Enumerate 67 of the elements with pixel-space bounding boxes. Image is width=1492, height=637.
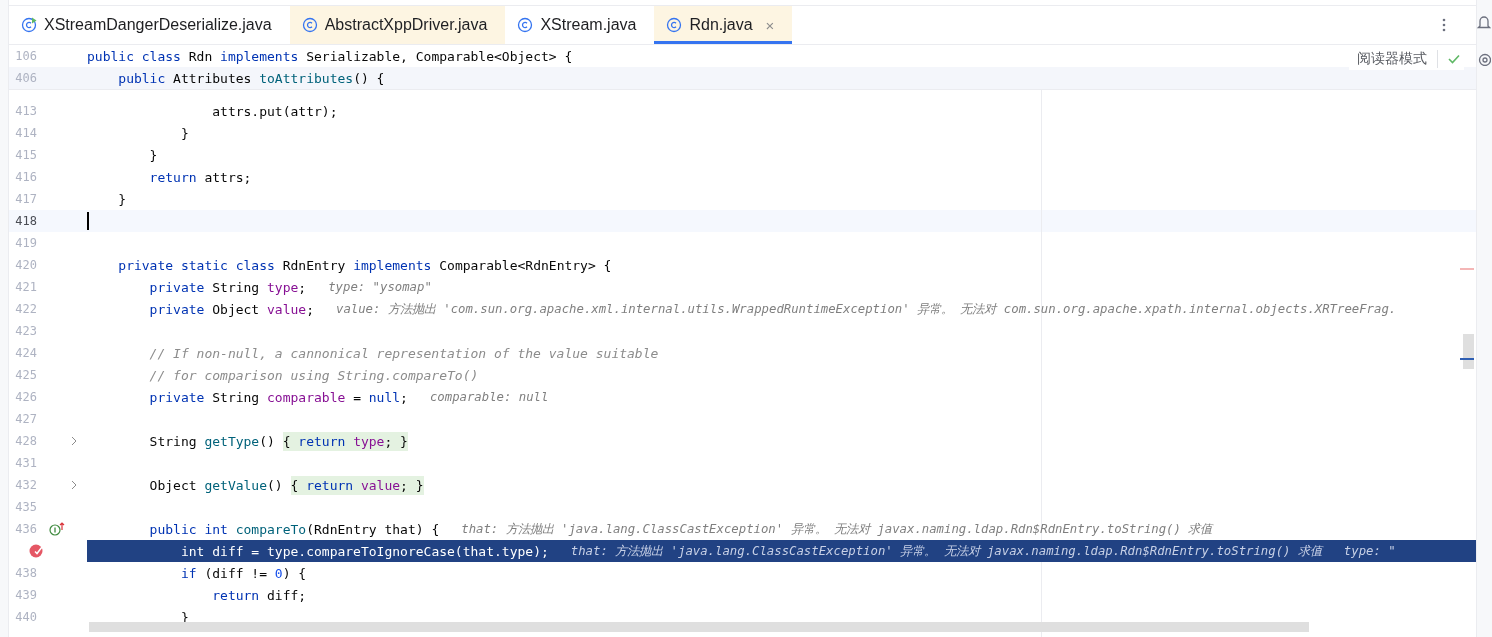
class-icon (666, 17, 683, 33)
code-line: private String comparable = null; (148, 389, 408, 405)
code-line: } (179, 125, 189, 141)
code-line: public class Rdn implements Serializable, Comparable<Object> { (87, 48, 573, 64)
more-icon[interactable] (1442, 18, 1446, 32)
code-line: private Object value; (148, 301, 314, 317)
code-line: int diff = type.compareToIgnoreCase(that.type); (179, 543, 549, 559)
line-number: 422 (14, 302, 37, 316)
line-number: 439 (14, 588, 37, 602)
line-number: 424 (14, 346, 37, 360)
line-number: 436 (14, 522, 37, 536)
line-number: 435 (14, 500, 37, 514)
horizontal-scrollbar[interactable] (89, 622, 1309, 632)
line-number: 414 (14, 126, 37, 140)
line-number: 423 (14, 324, 37, 338)
scrollbar-thumb[interactable] (1463, 334, 1474, 369)
code-line: public Attributes toAttributes() { (117, 70, 385, 86)
line-number: 416 (14, 170, 37, 184)
line-number: 106 (14, 49, 37, 63)
check-icon (1448, 54, 1460, 64)
inline-hint: value: 方法抛出 'com.sun.org.apache.xml.internal.utils.WrappedRuntimeException' 异常。 无法对 com.sun.org.apache.xpath.internal.objects.XRTreeFrag. (336, 300, 1397, 318)
code-line: if (diff != 0) { (179, 565, 307, 581)
editor-tab[interactable]: AbstractXppDriver.java (289, 6, 506, 44)
line-number: 406 (14, 71, 37, 85)
class-icon (301, 17, 318, 33)
inline-hint: type: "ysomap" (328, 280, 432, 294)
code-line: public int compareTo(RdnEntry that) { (148, 521, 440, 537)
code-line: String getType() { return type; } (148, 433, 408, 449)
code-line: Object getValue() { return value; } (148, 477, 424, 493)
inline-hint: comparable: null (429, 390, 549, 404)
line-number: 419 (14, 236, 37, 250)
runnable-class-icon (21, 17, 37, 33)
line-number: 431 (14, 456, 37, 470)
code-line: return attrs; (148, 169, 252, 185)
folded-code[interactable]: { return value; } (290, 475, 424, 495)
folded-code[interactable]: { return type; } (282, 431, 408, 451)
line-number: 426 (14, 390, 37, 404)
line-number: 413 (14, 104, 37, 118)
bell-icon[interactable] (1477, 14, 1491, 30)
line-number: 420 (14, 258, 37, 272)
code-line: private String type; (148, 279, 307, 295)
code-line: // If non-null, a cannonical representation of the value suitable (148, 345, 659, 361)
expand-icon[interactable] (70, 480, 78, 490)
code-line: private static class RdnEntry implements Comparable<RdnEntry> { (117, 257, 612, 273)
code-line: } (117, 191, 127, 207)
inline-hint: that: 方法抛出 'java.lang.ClassCastException' 异常。 无法对 javax.naming.ldap.Rdn$RdnEntry.toString() 求值 (461, 520, 1213, 538)
code-line: // for comparison using String.compareTo() (148, 367, 479, 383)
line-number: 417 (14, 192, 37, 206)
inline-hint: type: " (1343, 544, 1396, 558)
line-number: 440 (14, 610, 37, 624)
line-number: 425 (14, 368, 37, 382)
line-number: 418 (14, 214, 37, 228)
line-number: 438 (14, 566, 37, 580)
code-line: attrs.put(attr); (211, 103, 338, 119)
code-line: return diff; (211, 587, 307, 603)
line-number: 427 (14, 412, 37, 426)
line-number: 415 (14, 148, 37, 162)
expand-icon[interactable] (70, 436, 78, 446)
class-icon (517, 17, 534, 33)
line-number: 421 (14, 280, 37, 294)
line-number: 428 (14, 434, 37, 448)
line-number: 432 (14, 478, 37, 492)
inline-hint: that: 方法抛出 'java.lang.ClassCastException' 异常。 无法对 javax.naming.ldap.Rdn$RdnEntry.toString() 求值 (570, 542, 1322, 560)
editor-tab[interactable]: Rdn.java × (654, 6, 793, 44)
breakpoint-icon[interactable] (29, 544, 43, 558)
implements-icon[interactable] (49, 522, 65, 536)
code-line: } (148, 147, 158, 163)
